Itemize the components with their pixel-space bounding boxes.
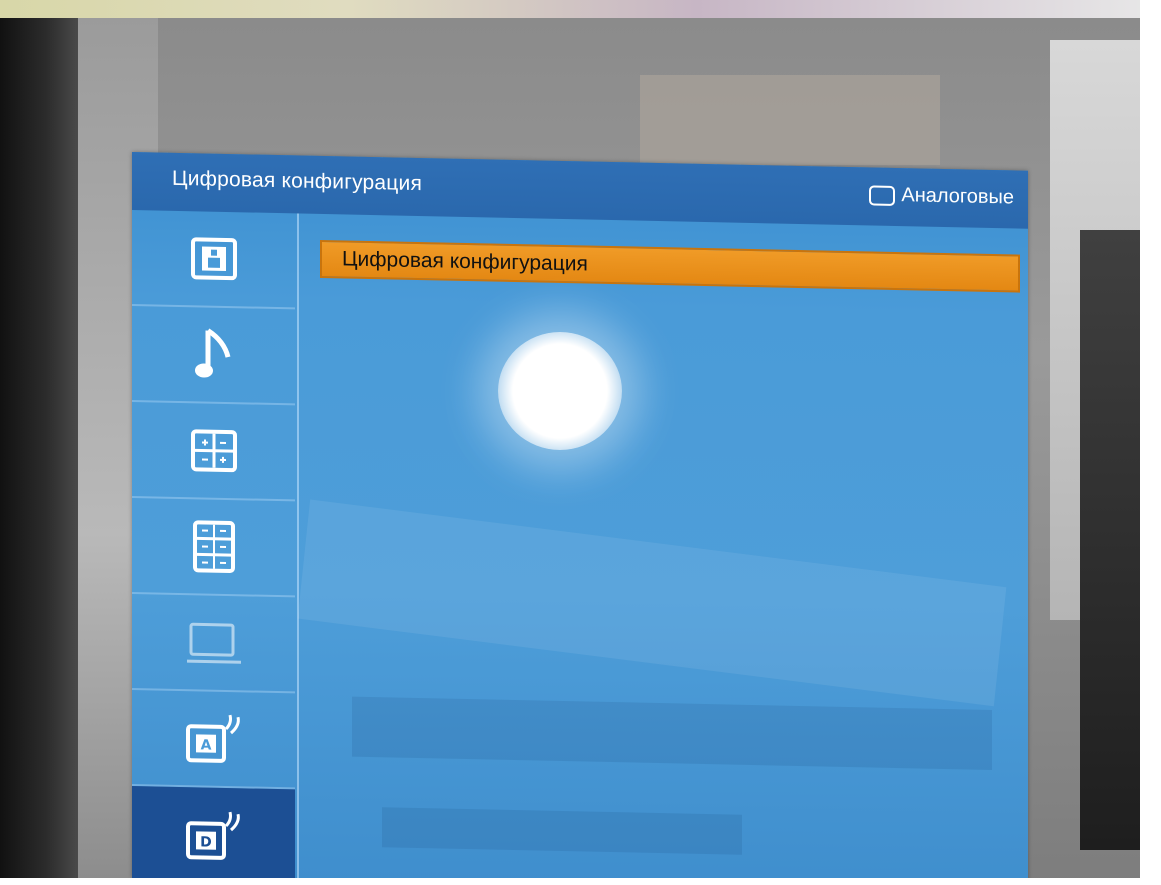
- background-person: [1080, 230, 1140, 850]
- sidebar-item-analog-setup[interactable]: A: [132, 690, 295, 790]
- svg-text:D: D: [200, 834, 212, 850]
- screen-reflection: [297, 499, 1007, 707]
- picture-icon: [190, 237, 237, 281]
- image-border: [1140, 0, 1161, 885]
- sidebar-item-picture[interactable]: [132, 210, 295, 310]
- svg-text:A: A: [200, 737, 211, 753]
- background-picture-frame: [640, 75, 940, 165]
- camera-flash-glare: [498, 332, 622, 450]
- sidebar-item-sound[interactable]: [132, 306, 295, 406]
- background-top-strip: [0, 0, 1161, 18]
- sidebar-item-setup[interactable]: [132, 402, 295, 502]
- music-note-icon: [194, 328, 230, 378]
- image-border: [0, 878, 1161, 885]
- sidebar-item-installation[interactable]: [132, 498, 295, 598]
- analog-antenna-icon: A: [185, 714, 240, 763]
- analog-button[interactable]: Аналоговые: [869, 183, 1014, 209]
- digital-antenna-icon: D: [185, 811, 240, 860]
- screen-reflection: [382, 807, 742, 855]
- analog-label: Аналоговые: [901, 184, 1014, 209]
- grid-list-icon: [192, 520, 235, 574]
- osd-title: Цифровая конфигурация: [172, 166, 423, 196]
- rounded-square-icon: [869, 184, 896, 206]
- osd-menu-panel: Цифровая конфигурация Аналоговые A D Циф…: [132, 152, 1028, 885]
- menu-item-label: Цифровая конфигурация: [342, 247, 588, 276]
- sidebar-item-digital-setup[interactable]: D: [132, 786, 295, 885]
- osd-sidebar: A D: [132, 210, 299, 885]
- sidebar-item-screen[interactable]: [132, 594, 295, 694]
- tv-bezel: [0, 18, 78, 878]
- menu-item-digital-configuration[interactable]: Цифровая конфигурация: [320, 239, 1020, 293]
- grid-arrows-icon: [190, 429, 237, 473]
- screen-icon: [186, 622, 241, 664]
- tv-photo-scene: Цифровая конфигурация Аналоговые A D Циф…: [0, 0, 1161, 885]
- screen-reflection: [352, 696, 992, 771]
